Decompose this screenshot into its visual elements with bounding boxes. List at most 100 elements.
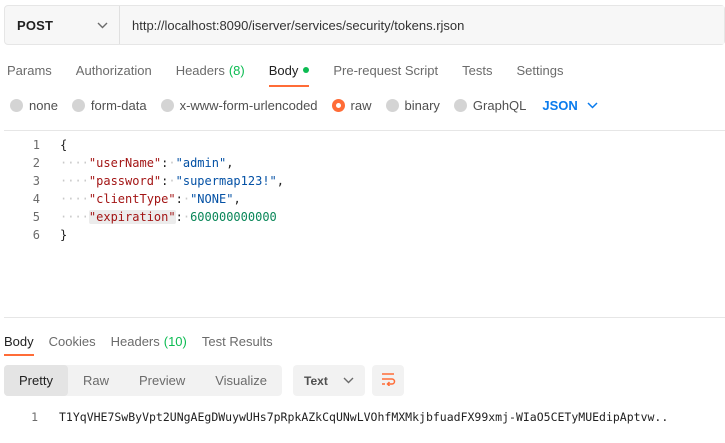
wrap-lines-icon (380, 372, 396, 389)
tab-tests[interactable]: Tests (455, 52, 499, 88)
indent-whitespace: ···· (60, 174, 89, 188)
body-option-graphql[interactable]: GraphQL (453, 97, 527, 113)
line-number: 4 (32, 192, 40, 206)
space-whitespace: · (168, 174, 176, 188)
json-key: "userName" (88, 156, 162, 170)
space-whitespace: · (168, 156, 176, 170)
editor-line: 5 ····"expiration":·600000000000 (4, 208, 725, 226)
request-url-bar: POST http://localhost:8090/iserver/servi… (4, 5, 725, 45)
view-mode-selector: Pretty Raw Preview Visualize (4, 365, 283, 396)
body-option-none[interactable]: none (10, 98, 58, 113)
radio-icon (453, 98, 467, 112)
indent-whitespace: ···· (60, 192, 89, 206)
method-select[interactable]: POST (5, 6, 120, 44)
response-tabs: Body Cookies Headers (10) Test Results (0, 326, 725, 356)
json-key: "clientType" (88, 192, 176, 206)
response-toolbar: Pretty Raw Preview Visualize Text (4, 365, 405, 396)
view-raw-button[interactable]: Raw (68, 365, 124, 396)
response-tab-body[interactable]: Body (0, 326, 38, 356)
option-label: none (29, 97, 58, 113)
json-key: "password" (88, 174, 162, 188)
tab-label: Body (4, 333, 34, 349)
request-body-editor[interactable]: 1 { 2 ····"userName":·"admin", 3 ····"pa… (4, 130, 725, 318)
view-pretty-button[interactable]: Pretty (4, 365, 68, 396)
option-label: binary (404, 97, 440, 113)
tab-settings[interactable]: Settings (509, 52, 570, 88)
language-select[interactable]: JSON (542, 98, 599, 113)
response-tab-headers[interactable]: Headers (10) (107, 326, 191, 356)
editor-line: 6 } (4, 226, 725, 244)
response-tab-test-results[interactable]: Test Results (198, 326, 277, 356)
comma: , (276, 174, 285, 188)
editor-line: 3 ····"password":·"supermap123!", (4, 172, 725, 190)
json-key: "expiration" (88, 210, 176, 224)
option-label: form-data (90, 97, 147, 113)
tab-label: Settings (516, 62, 564, 78)
response-headers-count: (10) (163, 333, 187, 349)
body-indicator-dot (303, 67, 310, 73)
tab-label: Headers (110, 333, 160, 349)
tab-label: Test Results (201, 333, 273, 349)
editor-line: 4 ····"clientType":·"NONE", (4, 190, 725, 208)
json-string-value: "admin" (175, 156, 227, 170)
url-input[interactable]: http://localhost:8090/iserver/services/s… (120, 6, 724, 44)
method-label: POST (17, 17, 54, 33)
indent-whitespace: ···· (60, 210, 89, 224)
tab-label: Tests (462, 62, 493, 78)
line-number: 3 (32, 174, 40, 188)
chevron-down-icon (95, 18, 109, 32)
body-option-binary[interactable]: binary (385, 97, 440, 113)
line-number: 1 (32, 138, 40, 152)
json-string-value: "supermap123!" (175, 174, 277, 188)
radio-selected-icon (331, 98, 345, 112)
tab-label: Params (7, 62, 52, 78)
body-option-raw[interactable]: raw (331, 97, 372, 113)
line-number: 5 (32, 210, 40, 224)
tab-params[interactable]: Params (0, 52, 59, 88)
space-whitespace: · (182, 192, 191, 206)
comma: , (226, 156, 234, 170)
radio-icon (385, 98, 399, 112)
chevron-down-icon (586, 98, 600, 112)
line-number: 6 (32, 228, 40, 242)
response-tab-cookies[interactable]: Cookies (45, 326, 100, 356)
editor-line: 1 { (4, 136, 725, 154)
response-format-select[interactable]: Text (293, 365, 366, 396)
tab-body[interactable]: Body (262, 52, 317, 88)
tab-label: Pre-request Script (333, 62, 439, 78)
url-text: http://localhost:8090/iserver/services/s… (132, 17, 465, 33)
option-label: raw (350, 97, 372, 113)
tab-label: Headers (175, 62, 225, 78)
json-string-value: "NONE" (190, 192, 234, 206)
open-brace: { (60, 138, 68, 152)
tab-label: Body (268, 62, 299, 78)
indent-whitespace: ···· (60, 156, 89, 170)
tab-label: Authorization (75, 62, 152, 78)
body-option-urlencoded[interactable]: x-www-form-urlencoded (160, 97, 318, 113)
body-type-options: none form-data x-www-form-urlencoded raw… (0, 92, 725, 118)
response-token-text: T1YqVHE7SwByVpt2UNgAEgDWuywUHs7pRpkAZkCq… (59, 410, 669, 424)
json-number-value: 600000000000 (190, 210, 277, 224)
chevron-down-icon (341, 374, 355, 388)
tab-headers[interactable]: Headers (8) (169, 52, 252, 88)
radio-icon (10, 98, 23, 112)
view-visualize-button[interactable]: Visualize (200, 365, 282, 396)
option-label: GraphQL (472, 97, 527, 113)
colon: : (175, 192, 183, 206)
radio-icon (160, 98, 174, 112)
tab-authorization[interactable]: Authorization (69, 52, 159, 88)
response-body-line: 1 T1YqVHE7SwByVpt2UNgAEgDWuywUHs7pRpkAZk… (0, 408, 725, 426)
comma: , (233, 192, 241, 206)
tab-pre-request-script[interactable]: Pre-request Script (326, 52, 445, 88)
body-option-form-data[interactable]: form-data (71, 97, 147, 113)
line-number: 1 (31, 410, 38, 424)
option-label: x-www-form-urlencoded (179, 97, 318, 113)
view-preview-button[interactable]: Preview (124, 365, 200, 396)
request-tabs: Params Authorization Headers (8) Body Pr… (0, 52, 725, 88)
wrap-lines-button[interactable] (372, 365, 405, 396)
headers-count: (8) (228, 62, 245, 78)
colon: : (175, 210, 183, 224)
close-brace: } (60, 228, 68, 242)
radio-icon (71, 98, 85, 112)
tab-label: Cookies (48, 333, 96, 349)
